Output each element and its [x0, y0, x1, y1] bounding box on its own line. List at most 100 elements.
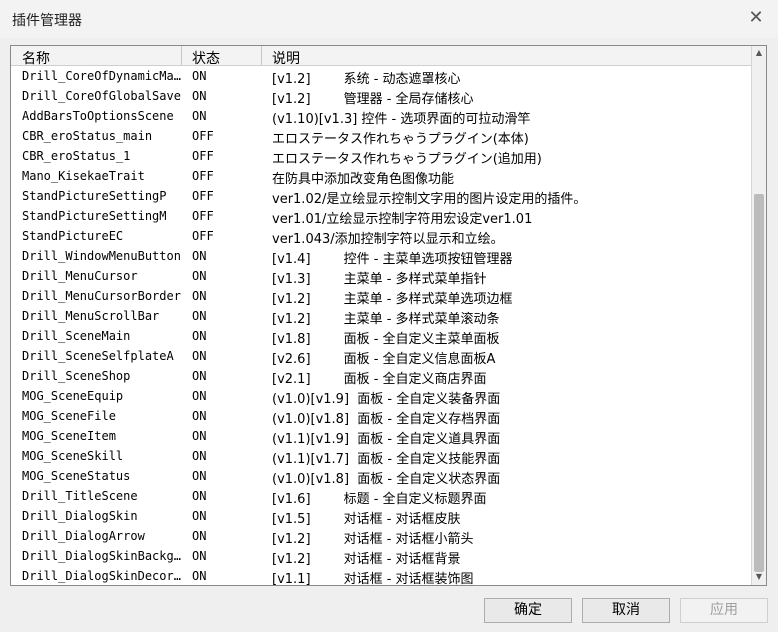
table-row[interactable]: MOG_SceneFile ON (v1.0)[v1.8] 面板 - 全自定义存档界… — [11, 406, 751, 427]
table-row[interactable]: Drill_TitleScene ON [v1.6] 标题 - 全自定义标题界面 — [11, 486, 751, 507]
apply-button: 应用 — [680, 598, 768, 623]
table-row[interactable]: Drill_SceneMain ON [v1.8] 面板 - 全自定义主菜单面板 — [11, 326, 751, 347]
plugin-status: ON — [192, 109, 207, 123]
plugin-name: Drill_MenuCursorBorder — [22, 289, 181, 303]
plugin-name: Drill_CoreOfGlobalSave — [22, 89, 181, 103]
table-row[interactable]: MOG_SceneItem ON (v1.1)[v1.9] 面板 - 全自定义道具界… — [11, 426, 751, 447]
plugin-name: StandPictureEC — [22, 229, 124, 243]
table-row[interactable]: StandPictureEC OFF ver1.043/添加控制字符以显示和立绘。 — [11, 226, 751, 247]
plugin-description: [v1.5] 对话框 - 对话框皮肤 — [272, 512, 461, 527]
plugin-status: ON — [192, 529, 207, 543]
table-row[interactable]: Drill_WindowMenuButton ON [v1.4] 控件 - 主菜单选… — [11, 246, 751, 267]
column-header-description[interactable]: 说明 — [272, 48, 300, 68]
column-header-name[interactable]: 名称 — [22, 48, 50, 68]
table-row[interactable]: Drill_DialogSkinDecoration ON [v1.1] 对话框 -… — [11, 566, 751, 585]
table-row[interactable]: CBR_eroStatus_1 OFF エロステータス作れちゃうプラグイン(追加用) — [11, 146, 751, 167]
table-row[interactable]: Drill_CoreOfDynamicMask ON [v1.2] 系统 - 动态遮… — [11, 66, 751, 87]
plugin-description: [v1.3] 主菜单 - 多样式菜单指针 — [272, 272, 487, 287]
plugin-status: OFF — [192, 149, 214, 163]
plugin-description: [v1.6] 标题 - 全自定义标题界面 — [272, 492, 487, 507]
table-row[interactable]: MOG_SceneEquip ON (v1.0)[v1.9] 面板 - 全自定义装备… — [11, 386, 751, 407]
table-row[interactable]: Drill_DialogSkin ON [v1.5] 对话框 - 对话框皮肤 — [11, 506, 751, 527]
plugin-name: MOG_SceneFile — [22, 409, 116, 423]
plugin-status: OFF — [192, 169, 214, 183]
table-row[interactable]: Drill_SceneSelfplateA ON [v2.6] 面板 - 全自定义信… — [11, 346, 751, 367]
window-title: 插件管理器 — [12, 13, 82, 29]
plugin-status: ON — [192, 329, 207, 343]
table-row[interactable]: AddBarsToOptionsScene ON (v1.10)[v1.3] 控件 … — [11, 106, 751, 127]
arrow-down-icon[interactable]: ▼ — [752, 570, 766, 584]
plugin-status: ON — [192, 569, 207, 583]
vertical-scrollbar[interactable]: ▲ ▼ — [751, 46, 766, 585]
plugin-description: ver1.02/是立绘显示控制文字用的图片设定用的插件。 — [272, 192, 587, 207]
plugin-description: エロステータス作れちゃうプラグイン(本体) — [272, 132, 529, 147]
table-row[interactable]: Drill_CoreOfGlobalSave ON [v1.2] 管理器 - 全局存… — [11, 86, 751, 107]
table-row[interactable]: Drill_DialogSkinBackground ON [v1.2] 对话框 -… — [11, 546, 751, 567]
table-row[interactable]: MOG_SceneSkill ON (v1.1)[v1.7] 面板 - 全自定义技能… — [11, 446, 751, 467]
plugin-name: Drill_SceneMain — [22, 329, 131, 343]
plugin-status: ON — [192, 89, 207, 103]
plugin-description: [v1.2] 对话框 - 对话框背景 — [272, 552, 461, 567]
table-row[interactable]: Drill_MenuScrollBar ON [v1.2] 主菜单 - 多样式菜单滚… — [11, 306, 751, 327]
plugin-rows: Drill_CoreOfDynamicMask ON [v1.2] 系统 - 动态遮… — [11, 66, 751, 585]
plugin-status: ON — [192, 309, 207, 323]
plugin-status: ON — [192, 69, 207, 83]
table-row[interactable]: MOG_SceneStatus ON (v1.0)[v1.8] 面板 - 全自定义状… — [11, 466, 751, 487]
table-row[interactable]: Drill_DialogArrow ON [v1.2] 对话框 - 对话框小箭头 — [11, 526, 751, 547]
plugin-name: Drill_MenuScrollBar — [22, 309, 160, 323]
plugin-name: MOG_SceneItem — [22, 429, 116, 443]
plugin-status: OFF — [192, 229, 214, 243]
plugin-name: StandPictureSettingM — [22, 209, 167, 223]
plugin-description: [v2.1] 面板 - 全自定义商店界面 — [272, 372, 487, 387]
plugin-description: [v1.4] 控件 - 主菜单选项按钮管理器 — [272, 252, 513, 267]
ok-button[interactable]: 确定 — [484, 598, 572, 623]
close-icon[interactable]: ✕ — [744, 6, 768, 30]
plugin-description: (v1.1)[v1.7] 面板 - 全自定义技能界面 — [272, 452, 501, 467]
plugin-description: [v1.2] 主菜单 - 多样式菜单滚动条 — [272, 312, 500, 327]
title-bar: 插件管理器 ✕ — [0, 0, 778, 38]
table-row[interactable]: StandPictureSettingM OFF ver1.01/立绘显示控制字符用… — [11, 206, 751, 227]
plugin-name: Drill_WindowMenuButton — [22, 249, 181, 263]
plugin-name: MOG_SceneStatus — [22, 469, 131, 483]
arrow-up-icon[interactable]: ▲ — [752, 46, 766, 60]
plugin-name: Drill_CoreOfDynamicMask — [22, 69, 182, 83]
plugin-name: Mano_KisekaeTrait — [22, 169, 145, 183]
plugin-description: (v1.1)[v1.9] 面板 - 全自定义道具界面 — [272, 432, 501, 447]
plugin-status: ON — [192, 349, 207, 363]
scrollbar-thumb[interactable] — [754, 194, 764, 572]
plugin-description: [v2.6] 面板 - 全自定义信息面板A — [272, 352, 496, 367]
plugin-description: [v1.2] 对话框 - 对话框小箭头 — [272, 532, 474, 547]
plugin-description: [v1.2] 系统 - 动态遮罩核心 — [272, 72, 461, 87]
plugin-name: MOG_SceneEquip — [22, 389, 124, 403]
plugin-status: ON — [192, 469, 207, 483]
table-row[interactable]: Drill_MenuCursor ON [v1.3] 主菜单 - 多样式菜单指针 — [11, 266, 751, 287]
plugin-description: (v1.10)[v1.3] 控件 - 选项界面的可拉动滑竿 — [272, 112, 531, 127]
table-row[interactable]: CBR_eroStatus_main OFF エロステータス作れちゃうプラグイン(本… — [11, 126, 751, 147]
table-row[interactable]: Drill_SceneShop ON [v2.1] 面板 - 全自定义商店界面 — [11, 366, 751, 387]
table-row[interactable]: Mano_KisekaeTrait OFF 在防具中添加改变角色图像功能 — [11, 166, 751, 187]
plugin-status: OFF — [192, 209, 214, 223]
table-row[interactable]: StandPictureSettingP OFF ver1.02/是立绘显示控制文字… — [11, 186, 751, 207]
cancel-button[interactable]: 取消 — [582, 598, 670, 623]
plugin-status: ON — [192, 389, 207, 403]
plugin-name: AddBarsToOptionsScene — [22, 109, 174, 123]
plugin-name: MOG_SceneSkill — [22, 449, 124, 463]
list-header: 名称 状态 说明 — [11, 46, 751, 68]
plugin-name: Drill_DialogArrow — [22, 529, 145, 543]
plugin-description: [v1.8] 面板 - 全自定义主菜单面板 — [272, 332, 500, 347]
plugin-list[interactable]: 名称 状态 说明 Drill_CoreOfDynamicMask ON [v1.2]… — [10, 45, 767, 586]
plugin-status: ON — [192, 429, 207, 443]
plugin-status: ON — [192, 509, 207, 523]
plugin-name: CBR_eroStatus_main — [22, 129, 153, 143]
plugin-status: ON — [192, 269, 207, 283]
plugin-name: StandPictureSettingP — [22, 189, 167, 203]
plugin-status: ON — [192, 489, 207, 503]
plugin-status: ON — [192, 249, 207, 263]
plugin-description: (v1.0)[v1.8] 面板 - 全自定义存档界面 — [272, 412, 501, 427]
plugin-name: Drill_MenuCursor — [22, 269, 138, 283]
plugin-status: ON — [192, 449, 207, 463]
table-row[interactable]: Drill_MenuCursorBorder ON [v1.2] 主菜单 - 多样式… — [11, 286, 751, 307]
plugin-description: [v1.2] 主菜单 - 多样式菜单选项边框 — [272, 292, 513, 307]
column-header-status[interactable]: 状态 — [192, 48, 220, 68]
plugin-status: OFF — [192, 129, 214, 143]
